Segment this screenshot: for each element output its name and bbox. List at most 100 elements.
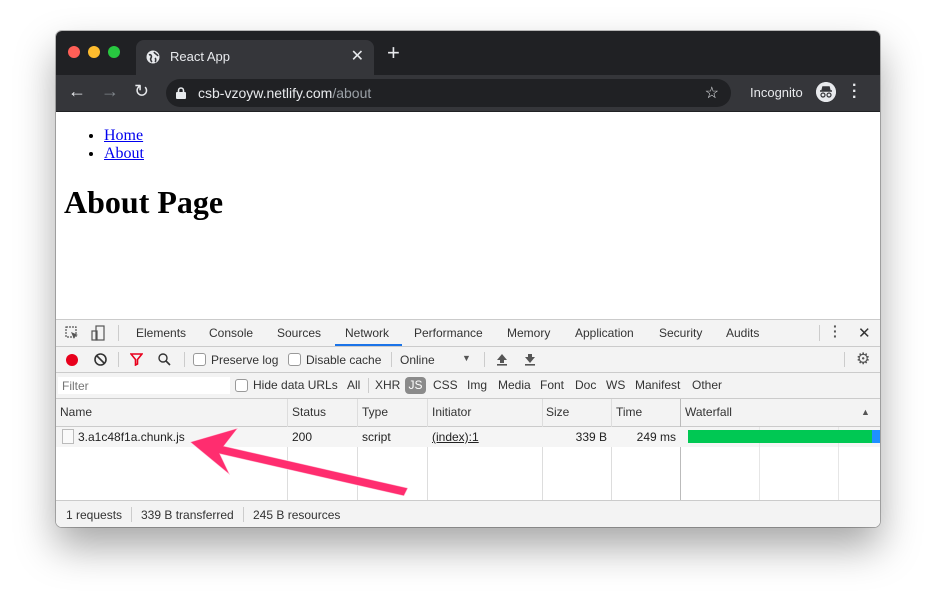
home-link[interactable]: Home (104, 127, 143, 144)
import-har-icon[interactable] (496, 353, 508, 366)
tab-elements[interactable]: Elements (136, 326, 186, 340)
column-header-name[interactable]: Name (60, 405, 92, 419)
export-har-icon[interactable] (524, 353, 536, 366)
filter-bar: Hide data URLs All XHR JS CSS Img Media … (56, 373, 880, 399)
filter-icon[interactable] (130, 353, 143, 366)
filter-input[interactable] (58, 377, 230, 394)
request-size: 339 B (575, 430, 607, 444)
devtools-menu-icon[interactable]: · · · (833, 319, 838, 343)
close-tab-icon[interactable]: ✕ (351, 46, 364, 66)
filter-type-font[interactable]: Font (540, 378, 564, 392)
back-button[interactable]: ← (68, 81, 86, 102)
separator (844, 352, 845, 367)
tab-application[interactable]: Application (575, 326, 634, 340)
disable-cache-label: Disable cache (306, 353, 382, 367)
column-divider (611, 399, 612, 500)
waterfall-download-bar (872, 430, 880, 443)
column-divider (287, 399, 288, 500)
device-toolbar-icon[interactable] (91, 325, 105, 341)
requests-count: 1 requests (66, 508, 123, 522)
browser-window: React App ✕ + ← → ↻ csb-vzoyw.netlify.co… (56, 31, 880, 527)
filter-type-ws[interactable]: WS (606, 378, 625, 392)
address-bar[interactable]: csb-vzoyw.netlify.com/about ☆ (166, 79, 731, 107)
bookmark-star-icon[interactable]: ☆ (705, 83, 719, 103)
browser-tab[interactable]: React App ✕ (136, 40, 374, 75)
tab-console[interactable]: Console (209, 326, 253, 340)
browser-menu-icon[interactable]: · · · (852, 78, 858, 106)
filter-type-media[interactable]: Media (498, 378, 531, 392)
incognito-icon[interactable] (816, 82, 836, 102)
tab-title: React App (170, 49, 230, 64)
disable-cache-checkbox[interactable] (288, 353, 301, 366)
page-content: Home About About Page (56, 112, 880, 319)
maximize-window-button[interactable] (108, 46, 120, 58)
filter-type-other[interactable]: Other (692, 378, 722, 392)
separator (368, 378, 369, 393)
filter-type-css[interactable]: CSS (433, 378, 458, 392)
filter-type-all[interactable]: All (347, 378, 360, 392)
minimize-window-button[interactable] (88, 46, 100, 58)
column-header-waterfall[interactable]: Waterfall (685, 405, 732, 419)
devtools-panel: Elements Console Sources Network Perform… (56, 319, 880, 527)
devtools-tab-bar: Elements Console Sources Network Perform… (56, 319, 880, 347)
new-tab-button[interactable]: + (387, 42, 400, 64)
column-header-time[interactable]: Time (616, 405, 642, 419)
separator (131, 507, 132, 522)
url-path: /about (332, 85, 372, 101)
settings-gear-icon[interactable]: ⚙ (856, 349, 870, 369)
inspect-element-icon[interactable] (65, 326, 79, 340)
waterfall-waiting-bar (688, 430, 872, 443)
requests-table-header: Name Status Type Initiator Size Time Wat… (56, 399, 880, 427)
browser-toolbar: ← → ↻ csb-vzoyw.netlify.com/about ☆ Inco… (56, 75, 880, 112)
transferred-size: 339 B transferred (141, 508, 234, 522)
throttle-value: Online (400, 353, 435, 367)
request-type: script (362, 430, 391, 444)
tab-sources[interactable]: Sources (277, 326, 321, 340)
column-header-type[interactable]: Type (362, 405, 388, 419)
clear-icon[interactable] (94, 353, 107, 366)
column-divider (427, 399, 428, 500)
forward-button[interactable]: → (101, 81, 119, 102)
title-bar: React App ✕ + (56, 31, 880, 75)
tab-network[interactable]: Network (345, 326, 389, 340)
url-host: csb-vzoyw.netlify.com (198, 85, 333, 101)
filter-type-doc[interactable]: Doc (575, 378, 596, 392)
reload-button[interactable]: ↻ (134, 81, 149, 102)
record-icon[interactable] (66, 354, 78, 366)
request-initiator-link[interactable]: (index):1 (432, 430, 479, 444)
tab-memory[interactable]: Memory (507, 326, 550, 340)
tab-security[interactable]: Security (659, 326, 702, 340)
active-tab-indicator (335, 344, 402, 346)
separator (819, 325, 820, 341)
filter-type-img[interactable]: Img (467, 378, 487, 392)
lock-icon (176, 87, 186, 99)
separator (243, 507, 244, 522)
nav-list: Home About (104, 127, 144, 163)
column-header-status[interactable]: Status (292, 405, 326, 419)
tab-audits[interactable]: Audits (726, 326, 759, 340)
separator (184, 352, 185, 367)
nav-item: About (104, 145, 144, 163)
page-heading: About Page (64, 184, 224, 220)
preserve-log-label: Preserve log (211, 353, 279, 367)
search-icon[interactable] (158, 353, 171, 366)
preserve-log-checkbox[interactable] (193, 353, 206, 366)
filter-type-js[interactable]: JS (405, 377, 426, 394)
filter-type-xhr[interactable]: XHR (375, 378, 400, 392)
column-header-size[interactable]: Size (546, 405, 569, 419)
separator (118, 352, 119, 367)
tab-performance[interactable]: Performance (414, 326, 483, 340)
column-divider (357, 399, 358, 500)
about-link[interactable]: About (104, 145, 144, 162)
close-window-button[interactable] (68, 46, 80, 58)
network-toolbar: Preserve log Disable cache Online ▼ ⚙ (56, 347, 880, 373)
filter-type-manifest[interactable]: Manifest (635, 378, 680, 392)
sort-ascending-icon[interactable]: ▲ (861, 407, 870, 417)
request-name: 3.a1c48f1a.chunk.js (78, 430, 185, 444)
separator (118, 325, 119, 341)
hide-data-urls-checkbox[interactable] (235, 379, 248, 392)
column-header-initiator[interactable]: Initiator (432, 405, 471, 419)
throttle-select[interactable]: Online ▼ (396, 349, 476, 370)
separator (484, 352, 485, 367)
close-devtools-icon[interactable]: ✕ (858, 324, 871, 342)
